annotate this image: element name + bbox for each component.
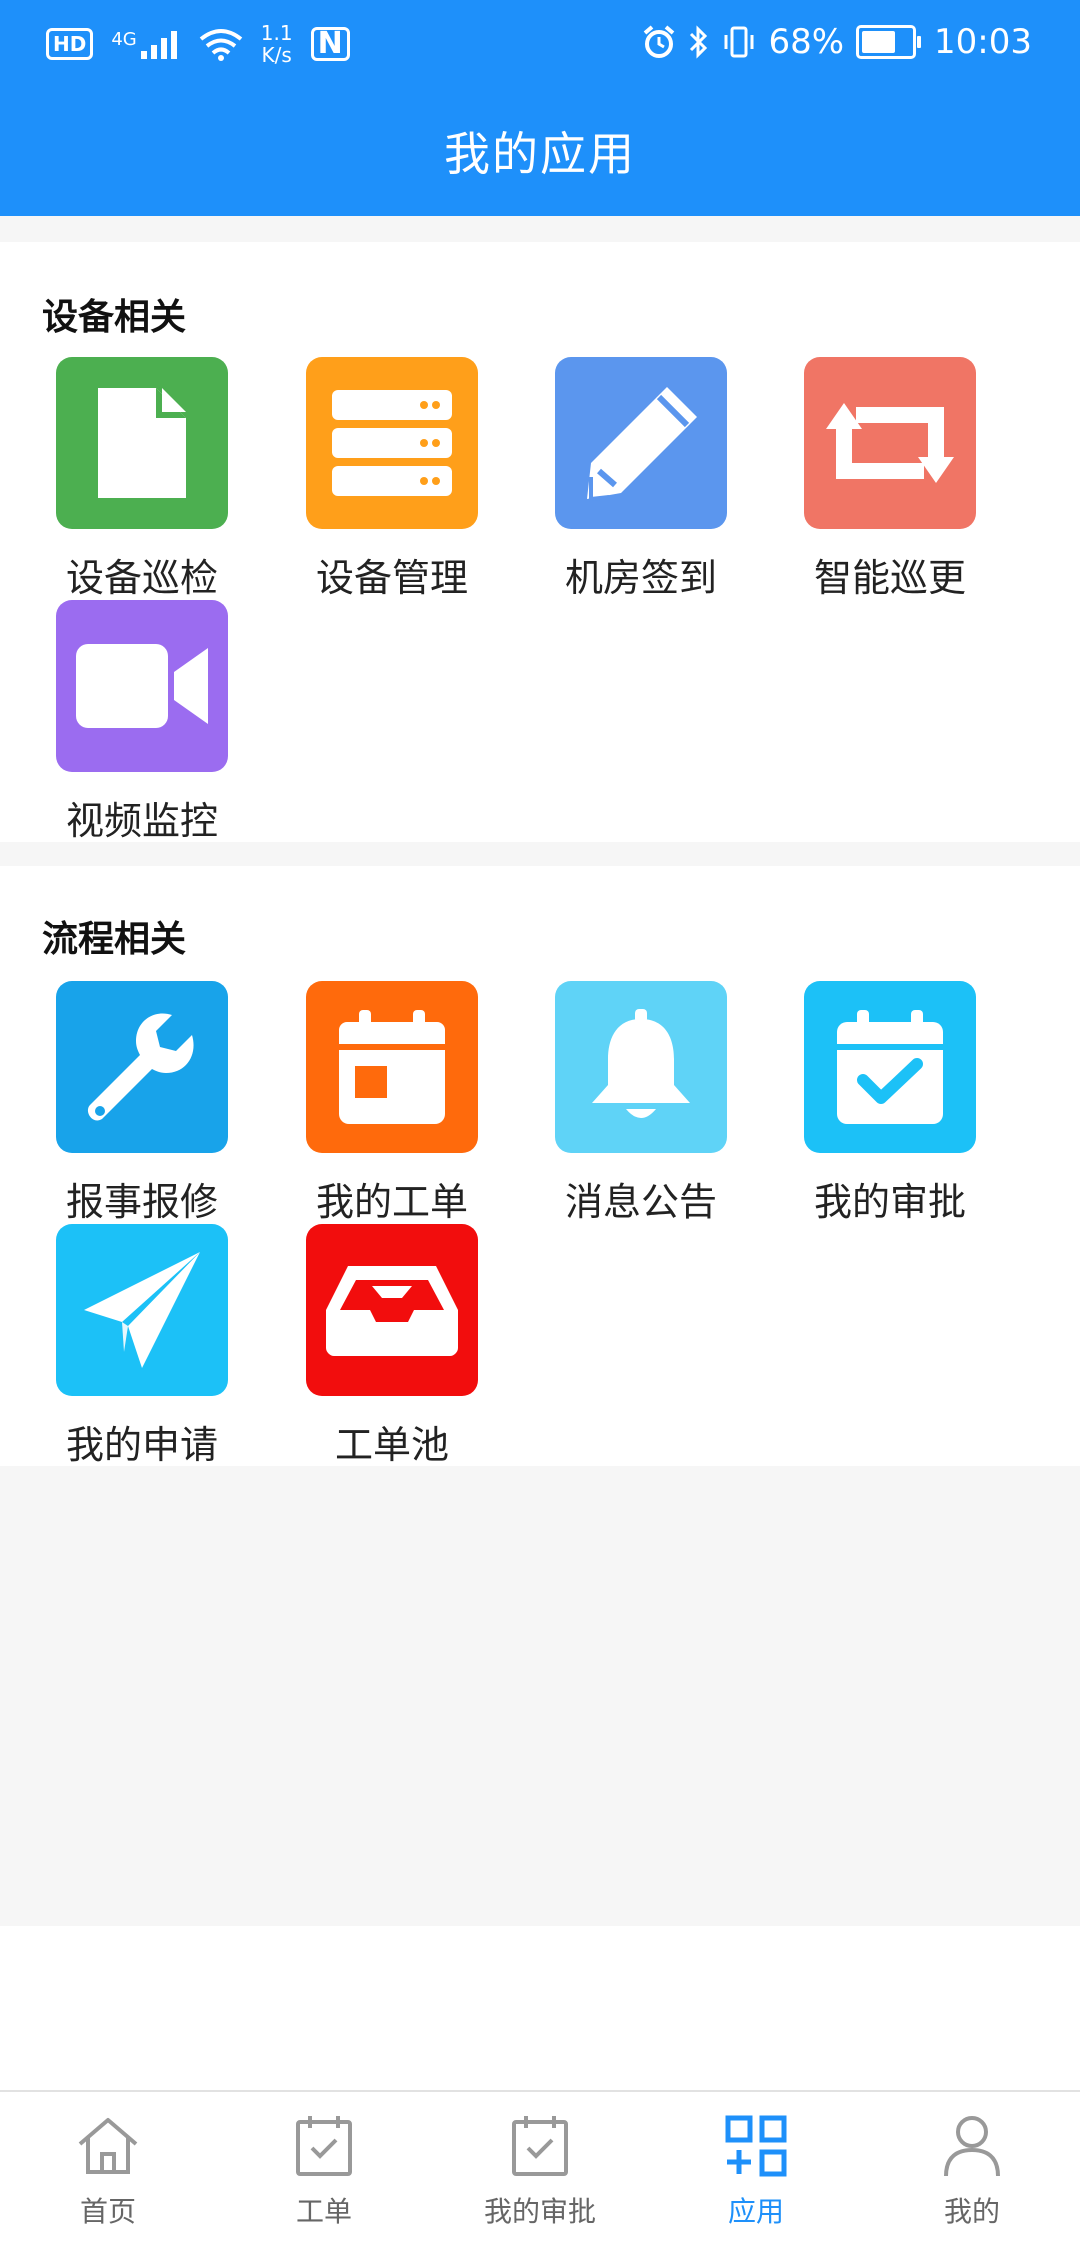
battery-fill <box>862 31 896 53</box>
tile-my-work-order[interactable]: 我的工单 <box>250 981 500 1224</box>
inbox-icon <box>326 1266 458 1356</box>
section-title: 流程相关 <box>42 919 187 960</box>
hd-badge: HD <box>46 28 94 60</box>
tile-label: 我的审批 <box>813 1180 966 1224</box>
tile-room-checkin[interactable]: 机房签到 <box>499 357 749 600</box>
page-title: 我的应用 <box>444 127 636 181</box>
speed-value: 1.1 <box>260 21 293 45</box>
nfc-icon: N <box>310 27 350 61</box>
network-type: 4G <box>111 29 137 50</box>
status-bar: HD 4G 1.1 K/s N 68% 10:03 <box>0 0 1080 90</box>
nav-label: 我的审批 <box>483 2195 596 2228</box>
battery-icon <box>856 25 922 59</box>
tile-label: 报事报修 <box>65 1180 218 1224</box>
signal-bars-icon <box>140 31 177 59</box>
tile-device-inspection[interactable]: 设备巡检 <box>0 357 250 600</box>
tile-icon-bg <box>306 357 478 529</box>
tile-icon-bg <box>555 357 727 529</box>
calendar-check-icon <box>837 1010 943 1124</box>
tile-my-application[interactable]: 我的申请 <box>0 1224 250 1467</box>
tile-icon-bg <box>804 981 976 1153</box>
nav-home[interactable]: 首页 <box>0 2112 216 2242</box>
tile-video-monitoring[interactable]: 视频监控 <box>0 600 250 843</box>
tile-announcements[interactable]: 消息公告 <box>499 981 749 1224</box>
nav-apps[interactable]: 应用 <box>648 2112 864 2242</box>
status-bar-right: 68% 10:03 <box>642 22 1032 62</box>
network-speed: 1.1 K/s <box>261 22 293 66</box>
nav-mine[interactable]: 我的 <box>864 2112 1080 2242</box>
bell-icon <box>592 1009 690 1118</box>
tile-label: 设备管理 <box>315 556 468 600</box>
apps-icon <box>725 2115 787 2177</box>
tile-icon-bg <box>555 981 727 1153</box>
tile-label: 机房签到 <box>564 556 717 600</box>
calendar-check-icon <box>512 2116 568 2176</box>
blank-area <box>0 1926 1080 2090</box>
pencil-icon <box>587 387 697 502</box>
tile-report-repair[interactable]: 报事报修 <box>0 981 250 1224</box>
server-icon <box>332 390 452 496</box>
tile-icon-bg <box>306 1224 478 1396</box>
signal-icon: 4G <box>111 29 180 59</box>
tile-icon-bg <box>804 357 976 529</box>
calendar-icon <box>339 1010 445 1124</box>
section-title: 设备相关 <box>42 297 187 338</box>
clock: 10:03 <box>934 22 1032 62</box>
document-icon <box>98 388 186 498</box>
tile-icon-bg <box>56 981 228 1153</box>
tile-icon-bg <box>56 357 228 529</box>
tile-icon-bg <box>56 600 228 772</box>
wrench-icon <box>87 1013 194 1121</box>
tile-label: 视频监控 <box>65 799 218 843</box>
section-process: 流程相关 报事报修 我的工单 消息公告 我的审批 我的申请 工单池 <box>0 866 1080 1467</box>
tile-my-approval[interactable]: 我的审批 <box>748 981 998 1224</box>
tile-work-order-pool[interactable]: 工单池 <box>250 1224 500 1467</box>
wifi-icon <box>199 29 242 61</box>
nav-label: 我的 <box>943 2195 1000 2228</box>
repeat-icon <box>826 403 954 483</box>
app-root: HD 4G 1.1 K/s N 68% 10:03 我的应用 设备相关 设备巡检… <box>0 0 1080 2244</box>
user-icon <box>944 2116 1000 2177</box>
tile-smart-patrol[interactable]: 智能巡更 <box>748 357 998 600</box>
nav-my-approval[interactable]: 我的审批 <box>432 2112 648 2242</box>
nav-work-order[interactable]: 工单 <box>216 2112 432 2242</box>
nav-label: 工单 <box>295 2195 352 2228</box>
vibrate-icon <box>724 26 754 58</box>
section-device: 设备相关 设备巡检 设备管理 机房签到 智能巡更 视频监控 <box>0 242 1080 843</box>
nav-label: 首页 <box>79 2195 136 2228</box>
tile-label: 智能巡更 <box>813 556 966 600</box>
alarm-icon <box>644 25 675 58</box>
battery-percent: 68% <box>768 22 845 62</box>
status-bar-left: HD 4G 1.1 K/s N <box>46 22 350 66</box>
tile-icon-bg <box>306 981 478 1153</box>
tile-device-management[interactable]: 设备管理 <box>250 357 500 600</box>
app-header: HD 4G 1.1 K/s N 68% 10:03 我的应用 <box>0 0 1080 216</box>
home-icon <box>78 2118 138 2174</box>
video-camera-icon <box>76 644 208 728</box>
bottom-nav: 首页 工单 我的审批 应用 我的 <box>0 2090 1080 2244</box>
nav-label: 应用 <box>727 2195 784 2228</box>
speed-unit: K/s <box>261 43 292 67</box>
tile-label: 设备巡检 <box>65 556 218 600</box>
calendar-check-icon <box>296 2116 352 2176</box>
tile-label: 工单池 <box>334 1423 449 1467</box>
paper-plane-icon <box>84 1252 200 1368</box>
tile-icon-bg <box>56 1224 228 1396</box>
tile-label: 消息公告 <box>564 1180 717 1224</box>
tile-label: 我的工单 <box>315 1180 468 1224</box>
bluetooth-icon <box>690 25 708 59</box>
tile-label: 我的申请 <box>65 1423 218 1467</box>
